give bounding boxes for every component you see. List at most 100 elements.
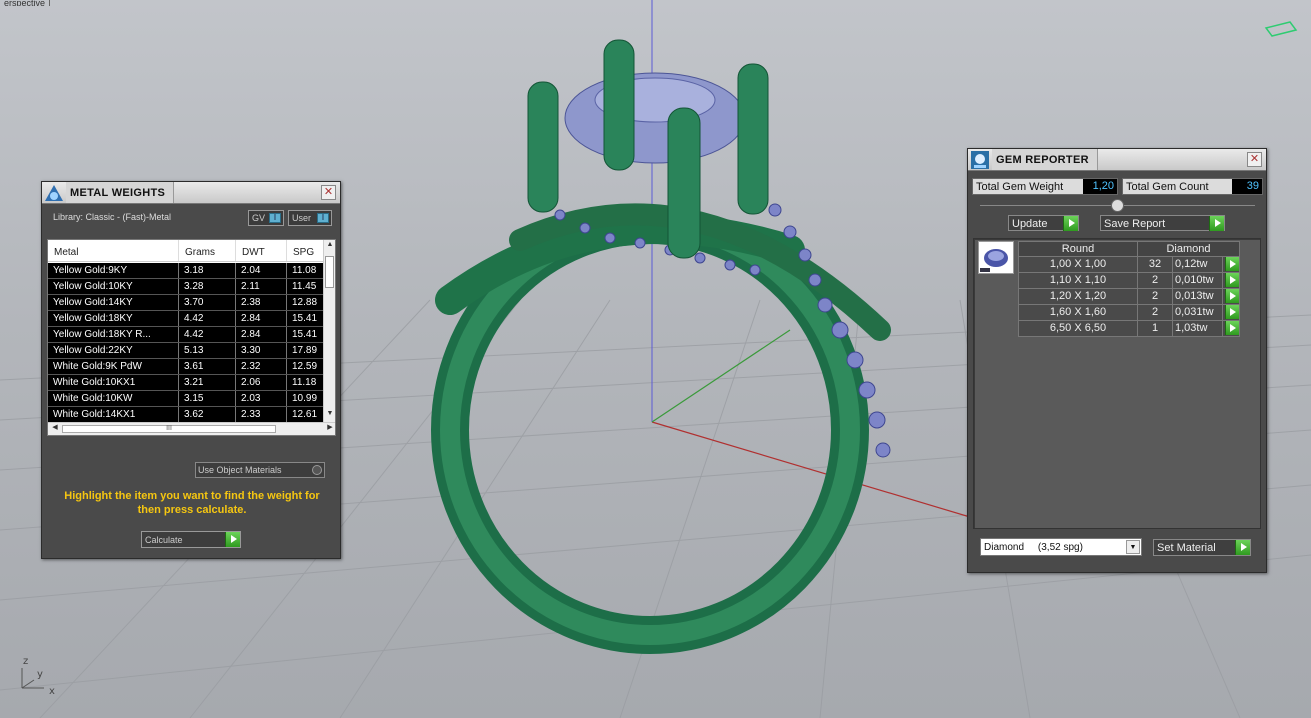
calculate-play-icon[interactable]	[225, 532, 240, 547]
table-row[interactable]: White Gold:10KX1 3.21 2.06 11.18	[48, 375, 324, 391]
gem-row[interactable]: 1,10 X 1,10 2 0,010tw	[1018, 273, 1240, 289]
gem-row-play-icon[interactable]	[1225, 321, 1239, 335]
scroll-down-icon[interactable]: ▼	[324, 410, 335, 422]
gem-row[interactable]: 1,20 X 1,20 2 0,013tw	[1018, 289, 1240, 305]
gem-material-header: Diamond	[1166, 243, 1211, 255]
gem-cell-count: 2	[1138, 273, 1173, 288]
save-report-play-icon[interactable]	[1209, 216, 1224, 231]
use-object-materials-radio-icon	[312, 465, 322, 475]
gem-cell-size: 1,10 X 1,10	[1019, 273, 1138, 288]
user-toggle[interactable]: User I	[288, 210, 332, 226]
collapse-knob-icon[interactable]	[1111, 199, 1124, 212]
col-dwt-header[interactable]: DWT	[236, 240, 287, 261]
gem-row-play-icon[interactable]	[1225, 289, 1239, 303]
set-material-play-icon[interactable]	[1235, 540, 1250, 555]
table-row[interactable]: Yellow Gold:18KY R... 4.42 2.84 15.41	[48, 327, 324, 343]
viewport-label[interactable]: erspective	[0, 0, 51, 6]
metal-table-hscroll[interactable]: ◀ III ▶	[48, 422, 335, 435]
calculate-label: Calculate	[145, 535, 183, 545]
material-select-value: Diamond (3,52 spg)	[984, 542, 1083, 553]
table-row[interactable]: White Gold:10KW 3.15 2.03 10.99	[48, 391, 324, 407]
col-spg-header[interactable]: SPG	[287, 240, 324, 261]
gem-row[interactable]: 6,50 X 6,50 1 1,03tw	[1018, 321, 1240, 337]
col-metal-header[interactable]: Metal	[48, 240, 179, 261]
gem-cell-weight: 1,03tw	[1173, 321, 1223, 336]
scroll-up-icon[interactable]: ▲	[324, 241, 335, 253]
scroll-left-icon[interactable]: ◀	[49, 423, 61, 435]
metal-cell-metal: Yellow Gold:10KY	[48, 279, 179, 294]
gem-row-select[interactable]	[1223, 321, 1239, 336]
gem-table: Round Diamond 1,00 X 1,00 32 0,12tw 1,10 X …	[1018, 241, 1240, 337]
gem-row-play-icon[interactable]	[1225, 305, 1239, 319]
metal-table-rows: Yellow Gold:9KY 3.18 2.04 11.08 Yellow Gold:…	[48, 263, 324, 435]
gem-cell-size: 1,00 X 1,00	[1019, 257, 1138, 272]
gem-reporter-titlebar[interactable]: GEM REPORTER ✕	[968, 149, 1266, 171]
table-row[interactable]: White Gold:14KX1 3.62 2.33 12.61	[48, 407, 324, 423]
metal-cell-grams: 3.62	[179, 407, 236, 422]
table-row[interactable]: Yellow Gold:10KY 3.28 2.11 11.45	[48, 279, 324, 295]
metal-cell-spg: 17.89	[287, 343, 324, 358]
material-select[interactable]: Diamond (3,52 spg) ▼	[980, 538, 1142, 556]
set-material-button[interactable]: Set Material	[1153, 539, 1251, 556]
metal-cell-dwt: 2.04	[236, 263, 287, 278]
gem-row-play-icon[interactable]	[1225, 257, 1239, 271]
gem-row[interactable]: 1,00 X 1,00 32 0,12tw	[1018, 257, 1240, 273]
metal-table[interactable]: Metal Grams DWT SPG Yellow Gold:9KY 3.18 2…	[47, 239, 336, 436]
update-play-icon[interactable]	[1063, 216, 1078, 231]
metal-weights-title: METAL WEIGHTS	[66, 182, 175, 203]
table-row[interactable]: Yellow Gold:18KY 4.42 2.84 15.41	[48, 311, 324, 327]
gem-row[interactable]: 1,60 X 1,60 2 0,031tw	[1018, 305, 1240, 321]
metal-cell-metal: Yellow Gold:9KY	[48, 263, 179, 278]
metal-cell-metal: Yellow Gold:18KY	[48, 311, 179, 326]
round-gem-thumbnail-icon[interactable]	[978, 241, 1014, 274]
table-row[interactable]: Yellow Gold:14KY 3.70 2.38 12.88	[48, 295, 324, 311]
user-toggle-label: User	[292, 213, 312, 223]
set-material-label: Set Material	[1157, 542, 1216, 554]
gem-list[interactable]: Round Diamond 1,00 X 1,00 32 0,12tw 1,10 X …	[973, 238, 1261, 529]
metal-table-header: Metal Grams DWT SPG	[48, 240, 335, 262]
metal-cell-metal: Yellow Gold:14KY	[48, 295, 179, 310]
table-row[interactable]: Yellow Gold:22KY 5.13 3.30 17.89	[48, 343, 324, 359]
gv-toggle-label: GV	[252, 213, 266, 223]
update-button[interactable]: Update	[1008, 215, 1079, 231]
gem-row-select[interactable]	[1223, 305, 1239, 320]
gv-toggle[interactable]: GV I	[248, 210, 284, 226]
metal-weights-close-button[interactable]: ✕	[321, 185, 336, 200]
metal-cell-spg: 12.59	[287, 359, 324, 374]
gem-cell-weight: 0,013tw	[1173, 289, 1223, 304]
scroll-right-icon[interactable]: ▶	[324, 423, 335, 435]
gem-row-select[interactable]	[1223, 289, 1239, 304]
gem-table-header: Round Diamond	[1018, 241, 1240, 257]
use-object-materials-toggle[interactable]: Use Object Materials	[195, 462, 325, 478]
total-gem-weight: Total Gem Weight 1,20	[972, 178, 1118, 195]
metal-cell-spg: 11.08	[287, 263, 324, 278]
gem-row-select[interactable]	[1223, 273, 1239, 288]
metal-cell-grams: 4.42	[179, 327, 236, 342]
metal-cell-metal: White Gold:9K PdW	[48, 359, 179, 374]
col-grams-header[interactable]: Grams	[179, 240, 236, 261]
gem-row-play-icon[interactable]	[1225, 273, 1239, 287]
gem-cell-size: 1,60 X 1,60	[1019, 305, 1138, 320]
metal-table-vscroll[interactable]: ▲ ▼	[323, 240, 335, 423]
metal-cell-grams: 5.13	[179, 343, 236, 358]
gem-cell-size: 6,50 X 6,50	[1019, 321, 1138, 336]
metal-cell-dwt: 2.03	[236, 391, 287, 406]
metal-cell-spg: 11.45	[287, 279, 324, 294]
total-gem-count-value: 39	[1232, 179, 1262, 194]
metal-cell-grams: 3.70	[179, 295, 236, 310]
gem-reporter-close-button[interactable]: ✕	[1247, 152, 1262, 167]
use-object-materials-label: Use Object Materials	[198, 465, 282, 475]
vscroll-thumb[interactable]	[325, 256, 334, 288]
chevron-down-icon[interactable]: ▼	[1126, 540, 1140, 554]
metal-weights-titlebar[interactable]: METAL WEIGHTS ✕	[42, 182, 340, 204]
hscroll-thumb[interactable]: III	[62, 425, 276, 433]
metal-cell-dwt: 3.30	[236, 343, 287, 358]
metal-cell-metal: White Gold:14KX1	[48, 407, 179, 422]
table-row[interactable]: Yellow Gold:9KY 3.18 2.04 11.08	[48, 263, 324, 279]
gem-row-select[interactable]	[1223, 257, 1239, 272]
calculate-button[interactable]: Calculate	[141, 531, 241, 548]
save-report-button[interactable]: Save Report	[1100, 215, 1225, 231]
table-row[interactable]: White Gold:9K PdW 3.61 2.32 12.59	[48, 359, 324, 375]
total-gem-count: Total Gem Count 39	[1122, 178, 1263, 195]
update-label: Update	[1012, 218, 1048, 230]
